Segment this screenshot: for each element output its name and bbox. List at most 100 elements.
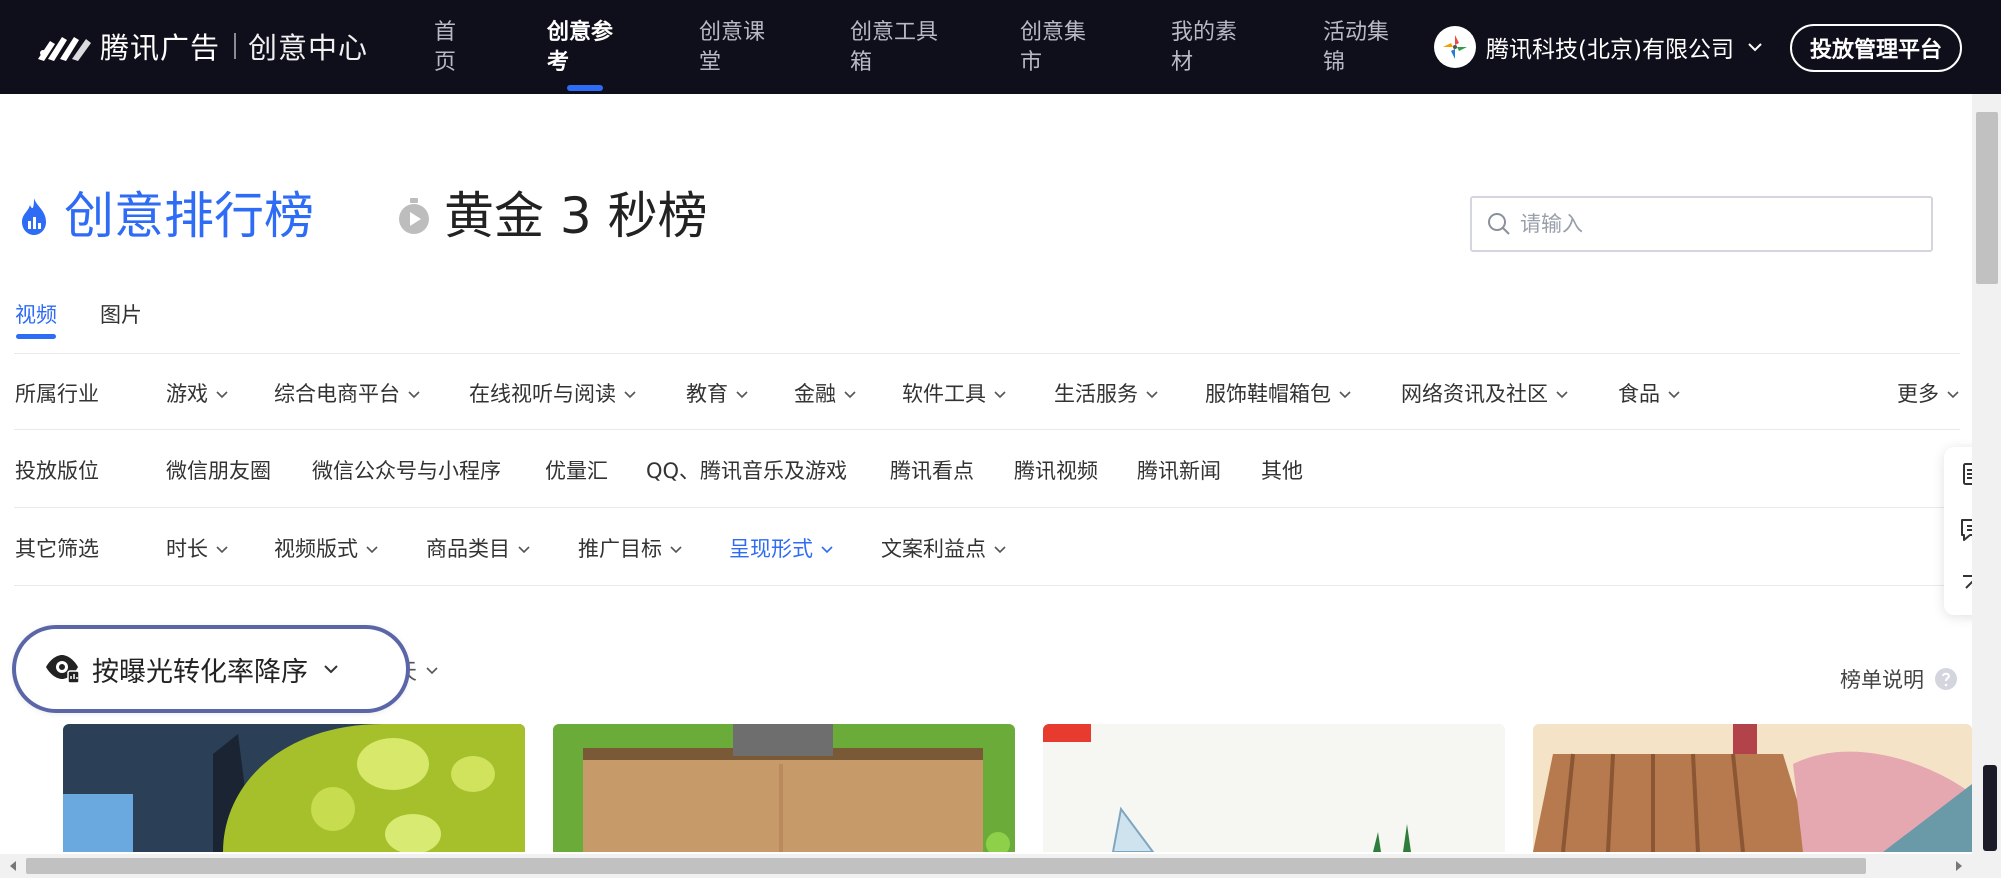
placement-option-other[interactable]: 其他 [1261,456,1303,486]
scroll-right-arrow-icon[interactable] [1954,860,1964,872]
horizontal-scrollbar[interactable] [0,854,1972,878]
divider [14,507,1960,508]
ranking-explanation-label: 榜单说明 [1840,668,1924,692]
chevron-down-icon [426,667,438,675]
industry-option-education[interactable]: 教育 [686,379,749,409]
active-tab-indicator [16,334,56,339]
placement-option-tencent-news[interactable]: 腾讯新闻 [1137,456,1221,486]
industry-option-news-community[interactable]: 网络资讯及社区 [1401,379,1569,409]
nav-creative-reference[interactable]: 创意参考 [547,18,619,78]
nav-creative-class[interactable]: 创意课堂 [699,18,771,78]
search-input[interactable] [1520,212,1920,236]
chevron-down-icon [1748,43,1762,52]
filter-option-label: 食品 [1618,382,1660,406]
eye-conversion-icon [46,655,80,684]
top-navigation-bar: 腾讯广告 创意中心 首页 创意参考 创意课堂 创意工具箱 创意集市 我的素材 活… [0,0,2001,94]
ranking-explanation-link[interactable]: 榜单说明 [1840,664,1958,694]
chevron-down-icon [1146,391,1158,399]
creative-card-thumbnail[interactable] [63,724,525,852]
filter-copy-benefit[interactable]: 文案利益点 [881,534,1007,564]
chevron-down-icon [1668,391,1680,399]
filter-promotion-goal[interactable]: 推广目标 [578,534,683,564]
filter-option-label: 文案利益点 [881,537,986,561]
video-thumbnail-image [63,724,525,852]
sort-dropdown[interactable]: 按曝光转化率降序 [12,625,410,713]
account-switcher[interactable]: 腾讯科技(北京)有限公司 [1434,26,1764,68]
nav-creative-market[interactable]: 创意集市 [1020,18,1092,78]
industry-option-software[interactable]: 软件工具 [902,379,1007,409]
filter-presentation-form[interactable]: 呈现形式 [729,534,834,564]
placement-option-moments[interactable]: 微信朋友圈 [166,456,271,486]
filter-option-label: 时长 [166,537,208,561]
filter-product-category[interactable]: 商品类目 [426,534,531,564]
filter-option-label: 游戏 [166,382,208,406]
industry-option-life-services[interactable]: 生活服务 [1054,379,1159,409]
company-logo-icon [1434,26,1476,68]
industry-option-finance[interactable]: 金融 [794,379,857,409]
chevron-down-icon [670,546,682,554]
chevron-down-icon [1339,391,1351,399]
industry-option-apparel[interactable]: 服饰鞋帽箱包 [1205,379,1352,409]
nav-creative-toolbox[interactable]: 创意工具箱 [850,18,946,78]
nav-my-materials[interactable]: 我的素材 [1171,18,1243,78]
chevron-down-icon [821,546,833,554]
industry-option-ecommerce[interactable]: 综合电商平台 [274,379,421,409]
nav-events[interactable]: 活动集锦 [1323,18,1395,78]
logo-divider [234,33,237,59]
industry-option-media[interactable]: 在线视听与阅读 [469,379,637,409]
chevron-down-icon [518,546,530,554]
tab-image[interactable]: 图片 [100,300,142,330]
divider [14,429,1960,430]
chevron-down-icon [216,546,228,554]
active-nav-indicator [567,85,603,91]
scrollbar-corner [1972,854,2001,878]
filter-option-label: 网络资讯及社区 [1401,382,1548,406]
filter-video-format[interactable]: 视频版式 [274,534,379,564]
other-filter-label: 其它筛选 [15,537,99,561]
chevron-down-icon [624,391,636,399]
nav-home[interactable]: 首页 [434,18,458,78]
sort-label: 按曝光转化率降序 [92,656,308,688]
chevron-down-icon [736,391,748,399]
filter-option-label: 在线视听与阅读 [469,382,616,406]
industry-option-food[interactable]: 食品 [1618,379,1681,409]
creative-ranking-title[interactable]: 创意排行榜 [64,184,314,248]
placement-option-kandian[interactable]: 腾讯看点 [890,456,974,486]
creative-card-thumbnail[interactable] [1533,724,1972,852]
chevron-down-icon [844,391,856,399]
placement-option-qq-music-games[interactable]: QQ、腾讯音乐及游戏 [646,456,847,486]
industry-more-button[interactable]: 更多 [1897,379,1960,409]
creative-card-thumbnail[interactable] [1043,724,1505,852]
search-box[interactable] [1470,196,1933,252]
filter-option-label: 推广目标 [578,537,662,561]
video-thumbnail-image [1533,724,1972,852]
filter-option-label: 视频版式 [274,537,358,561]
horizontal-scrollbar-thumb[interactable] [26,858,1866,874]
filter-option-label: 服饰鞋帽箱包 [1205,382,1331,406]
placement-option-official-accounts[interactable]: 微信公众号与小程序 [312,456,501,486]
placement-filter-label: 投放版位 [15,459,99,483]
scroll-left-arrow-icon[interactable] [8,860,18,872]
vertical-scrollbar-thumb[interactable] [1976,112,1998,284]
chevron-down-icon [216,391,228,399]
creative-card-thumbnail[interactable] [553,724,1015,852]
filter-option-label: 综合电商平台 [274,382,400,406]
tencent-ads-logo-mark [38,37,91,61]
video-thumbnail-image [1043,724,1505,852]
more-label: 更多 [1897,382,1939,406]
chevron-down-icon [324,665,338,674]
placement-option-tencent-video[interactable]: 腾讯视频 [1014,456,1098,486]
tab-video[interactable]: 视频 [15,300,57,330]
golden-3s-ranking-title[interactable]: 黄金 3 秒榜 [444,184,708,248]
ad-management-platform-button[interactable]: 投放管理平台 [1790,24,1962,72]
divider [14,353,1960,354]
placement-option-youlianghui[interactable]: 优量汇 [545,456,608,486]
chevron-down-icon [994,546,1006,554]
fire-icon [22,198,46,235]
question-icon [1935,668,1957,690]
tencent-ads-logo[interactable]: 腾讯广告 创意中心 [36,26,368,66]
industry-option-games[interactable]: 游戏 [166,379,229,409]
stopwatch-icon [399,198,429,234]
vertical-scrollbar[interactable] [1972,94,2001,854]
filter-duration[interactable]: 时长 [166,534,229,564]
